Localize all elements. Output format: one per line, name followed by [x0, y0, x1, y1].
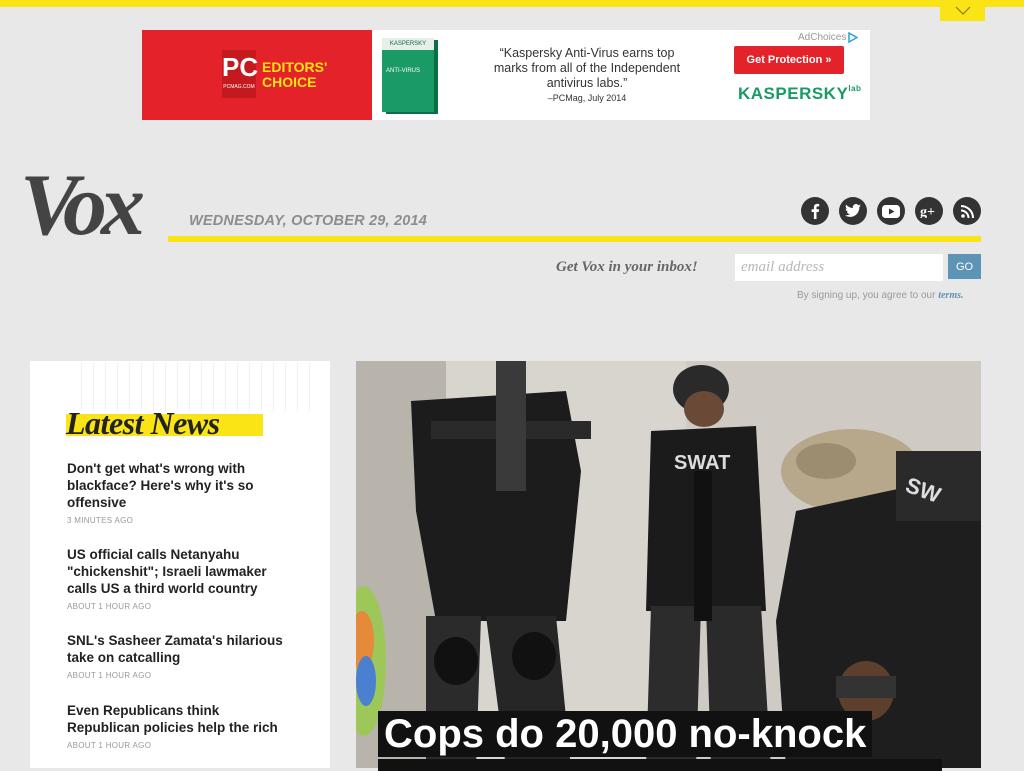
hero-headline-continued	[378, 759, 942, 771]
hero-image[interactable]: SWAT SW	[356, 361, 981, 768]
adchoices-icon	[848, 32, 859, 43]
go-button[interactable]: GO	[948, 254, 981, 279]
list-item[interactable]: Don't get what's wrong with blackface? H…	[67, 460, 292, 525]
google-plus-icon[interactable]: g+	[915, 197, 943, 225]
kaspersky-logo: KASPERSKYlab	[738, 84, 861, 104]
list-item[interactable]: Even Republicans think Republican polici…	[67, 702, 292, 750]
kaspersky-lab-suffix: lab	[848, 84, 862, 93]
news-timestamp: ABOUT 1 HOUR AGO	[67, 671, 152, 680]
news-timestamp: 3 MINUTES AGO	[67, 516, 134, 525]
hero-photo: SWAT SW	[356, 361, 981, 768]
svg-text:g+: g+	[920, 205, 935, 218]
news-headline[interactable]: SNL's Sasheer Zamata's hilarious take on…	[67, 632, 292, 666]
vox-logo[interactable]: Vox	[20, 157, 172, 254]
news-headline[interactable]: Don't get what's wrong with blackface? H…	[67, 460, 292, 511]
svg-text:Vox: Vox	[20, 160, 143, 242]
get-protection-button[interactable]: Get Protection »	[734, 46, 844, 74]
pcmag-sub: PCMAG.COM	[223, 84, 255, 90]
editors-choice-label: EDITORS' CHOICE	[262, 59, 328, 90]
vox-logo-wordmark: Vox	[20, 157, 149, 254]
adchoices-label: AdChoices	[798, 32, 847, 43]
news-headline[interactable]: Even Republicans think Republican polici…	[67, 702, 292, 736]
product-box-image: KASPERSKY ANTI-VIRUS	[382, 38, 434, 112]
advertisement-banner[interactable]: PC PCMAG.COM EDITORS' CHOICE KASPERSKY A…	[142, 30, 870, 120]
adchoices-link[interactable]: AdChoices	[794, 30, 861, 45]
news-timestamp: ABOUT 1 HOUR AGO	[67, 741, 152, 750]
vest-label: SWAT	[674, 452, 730, 474]
facebook-icon[interactable]	[801, 197, 829, 225]
product-box-brand: KASPERSKY	[382, 38, 434, 50]
terms-note: By signing up, you agree to our terms.	[797, 290, 964, 301]
chevron-down-icon	[955, 6, 970, 15]
top-accent-bar	[0, 0, 1024, 7]
news-timestamp: ABOUT 1 HOUR AGO	[67, 602, 152, 611]
list-item[interactable]: SNL's Sasheer Zamata's hilarious take on…	[67, 632, 292, 680]
rss-icon[interactable]	[953, 197, 981, 225]
pcmag-logo: PC	[222, 50, 258, 98]
email-field[interactable]	[735, 254, 943, 281]
product-box-name: ANTI-VIRUS	[386, 68, 421, 74]
list-item[interactable]: US official calls Netanyahu "chickenshit…	[67, 546, 292, 611]
ad-quote: “Kaspersky Anti-Virus earns top marks fr…	[493, 46, 681, 90]
hero-headline[interactable]: Cops do 20,000 no-knock	[378, 711, 873, 757]
youtube-icon[interactable]	[877, 197, 905, 225]
top-menu-toggle[interactable]	[940, 0, 985, 21]
latest-news-heading: Latest News	[66, 405, 220, 441]
kaspersky-wordmark: KASPERSKY	[738, 84, 849, 103]
news-headline[interactable]: US official calls Netanyahu "chickenshit…	[67, 546, 292, 597]
twitter-icon[interactable]	[839, 197, 867, 225]
ad-quote-source: –PCMag, July 2014	[547, 93, 627, 103]
masthead-rule	[168, 236, 981, 242]
terms-prefix: By signing up, you agree to our	[797, 290, 936, 301]
newsletter-label: Get Vox in your inbox!	[556, 259, 698, 275]
current-date: WEDNESDAY, OCTOBER 29, 2014	[189, 213, 428, 229]
terms-link[interactable]: terms.	[938, 290, 963, 301]
